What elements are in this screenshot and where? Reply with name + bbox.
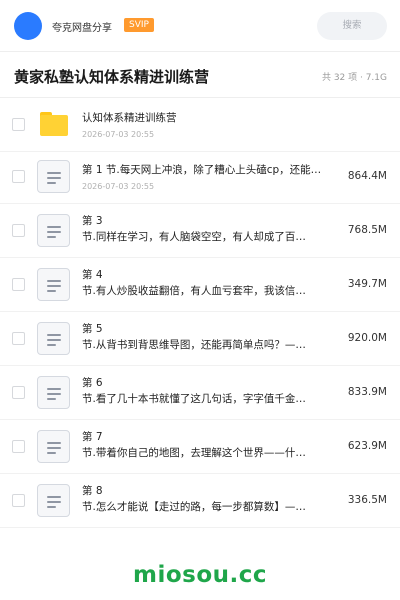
list-item[interactable]: 认知体系精进训练营 2026-07-03 20:55: [0, 98, 400, 152]
item-name-line1: 第 4: [82, 269, 103, 281]
item-name: 第 5 节.从背书到背思维导图，还能再简单点吗？—…: [82, 321, 332, 355]
select-checkbox[interactable]: [12, 118, 25, 131]
item-size: 336.5M: [347, 494, 387, 506]
list-item[interactable]: 第 3 节.同样在学习，有人脑袋空空，有人却成了百… 768.5M: [0, 204, 400, 258]
document-icon: [37, 268, 70, 301]
item-name: 第 3 节.同样在学习，有人脑袋空空，有人却成了百…: [82, 213, 332, 247]
item-name-line2: 节.同样在学习，有人脑袋空空，有人却成了百…: [82, 231, 306, 243]
list-item[interactable]: 第 8 节.怎么才能说【走过的路，每一步都算数】—… 336.5M: [0, 474, 400, 528]
item-name-line1: 第 6: [82, 377, 103, 389]
document-icon: [37, 430, 70, 463]
item-date: 2026-07-03 20:55: [82, 182, 155, 191]
select-checkbox[interactable]: [12, 278, 25, 291]
item-name: 第 8 节.怎么才能说【走过的路，每一步都算数】—…: [82, 483, 332, 517]
item-name-line2: 节.从背书到背思维导图，还能再简单点吗？—…: [82, 339, 306, 351]
list-item[interactable]: 第 4 节.有人炒股收益翻倍，有人血亏套牢，我该信… 349.7M: [0, 258, 400, 312]
item-date: 2026-07-03 20:55: [82, 130, 155, 139]
select-checkbox[interactable]: [12, 170, 25, 183]
item-size: 623.9M: [347, 440, 387, 452]
item-name-line1: 第 8: [82, 485, 103, 497]
app-header: 夸克网盘分享 SVIP 搜索: [0, 0, 400, 52]
svip-badge: SVIP: [124, 18, 154, 32]
list-item[interactable]: 第 5 节.从背书到背思维导图，还能再简单点吗？—… 920.0M: [0, 312, 400, 366]
title-row: 黄家私塾认知体系精进训练营 共 32 项 · 7.1G: [0, 52, 400, 98]
search-input[interactable]: 搜索: [317, 12, 387, 40]
select-checkbox[interactable]: [12, 224, 25, 237]
document-icon: [37, 376, 70, 409]
item-size: 768.5M: [347, 224, 387, 236]
item-name: 第 4 节.有人炒股收益翻倍，有人血亏套牢，我该信…: [82, 267, 332, 301]
item-size: 864.4M: [347, 170, 387, 182]
select-checkbox[interactable]: [12, 332, 25, 345]
item-name-line2: 节.看了几十本书就懂了这几句话，字字值千金…: [82, 393, 306, 405]
item-size: 920.0M: [347, 332, 387, 344]
avatar[interactable]: [14, 12, 42, 40]
document-icon: [37, 322, 70, 355]
item-name: 认知体系精进训练营: [82, 112, 177, 124]
item-name-line1: 第 3: [82, 215, 103, 227]
item-name-line2: 节.有人炒股收益翻倍，有人血亏套牢，我该信…: [82, 285, 306, 297]
item-name-line2: 节.怎么才能说【走过的路，每一步都算数】—…: [82, 501, 306, 513]
item-name-line1: 第 5: [82, 323, 103, 335]
list-item[interactable]: 第 7 节.带着你自己的地图，去理解这个世界——什… 623.9M: [0, 420, 400, 474]
item-name-line2: 节.带着你自己的地图，去理解这个世界——什…: [82, 447, 306, 459]
list-item[interactable]: 第 1 节.每天网上冲浪，除了糟心上头磕cp，还能… 2026-07-03 20…: [0, 150, 400, 204]
page-title: 黄家私塾认知体系精进训练营: [14, 68, 210, 86]
document-icon: [37, 484, 70, 517]
document-icon: [37, 160, 70, 193]
item-count-size: 共 32 项 · 7.1G: [321, 73, 387, 83]
select-checkbox[interactable]: [12, 494, 25, 507]
item-name: 第 7 节.带着你自己的地图，去理解这个世界——什…: [82, 429, 332, 463]
item-size: 833.9M: [347, 386, 387, 398]
item-name: 第 6 节.看了几十本书就懂了这几句话，字字值千金…: [82, 375, 332, 409]
folder-icon: [40, 112, 68, 136]
watermark-text: miosou.cc: [132, 562, 268, 588]
item-name: 第 1 节.每天网上冲浪，除了糟心上头磕cp，还能…: [82, 164, 322, 176]
app-name: 夸克网盘分享: [52, 23, 112, 34]
item-name-line1: 第 7: [82, 431, 103, 443]
select-checkbox[interactable]: [12, 440, 25, 453]
select-checkbox[interactable]: [12, 386, 25, 399]
list-item[interactable]: 第 6 节.看了几十本书就懂了这几句话，字字值千金… 833.9M: [0, 366, 400, 420]
item-size: 349.7M: [347, 278, 387, 290]
document-icon: [37, 214, 70, 247]
